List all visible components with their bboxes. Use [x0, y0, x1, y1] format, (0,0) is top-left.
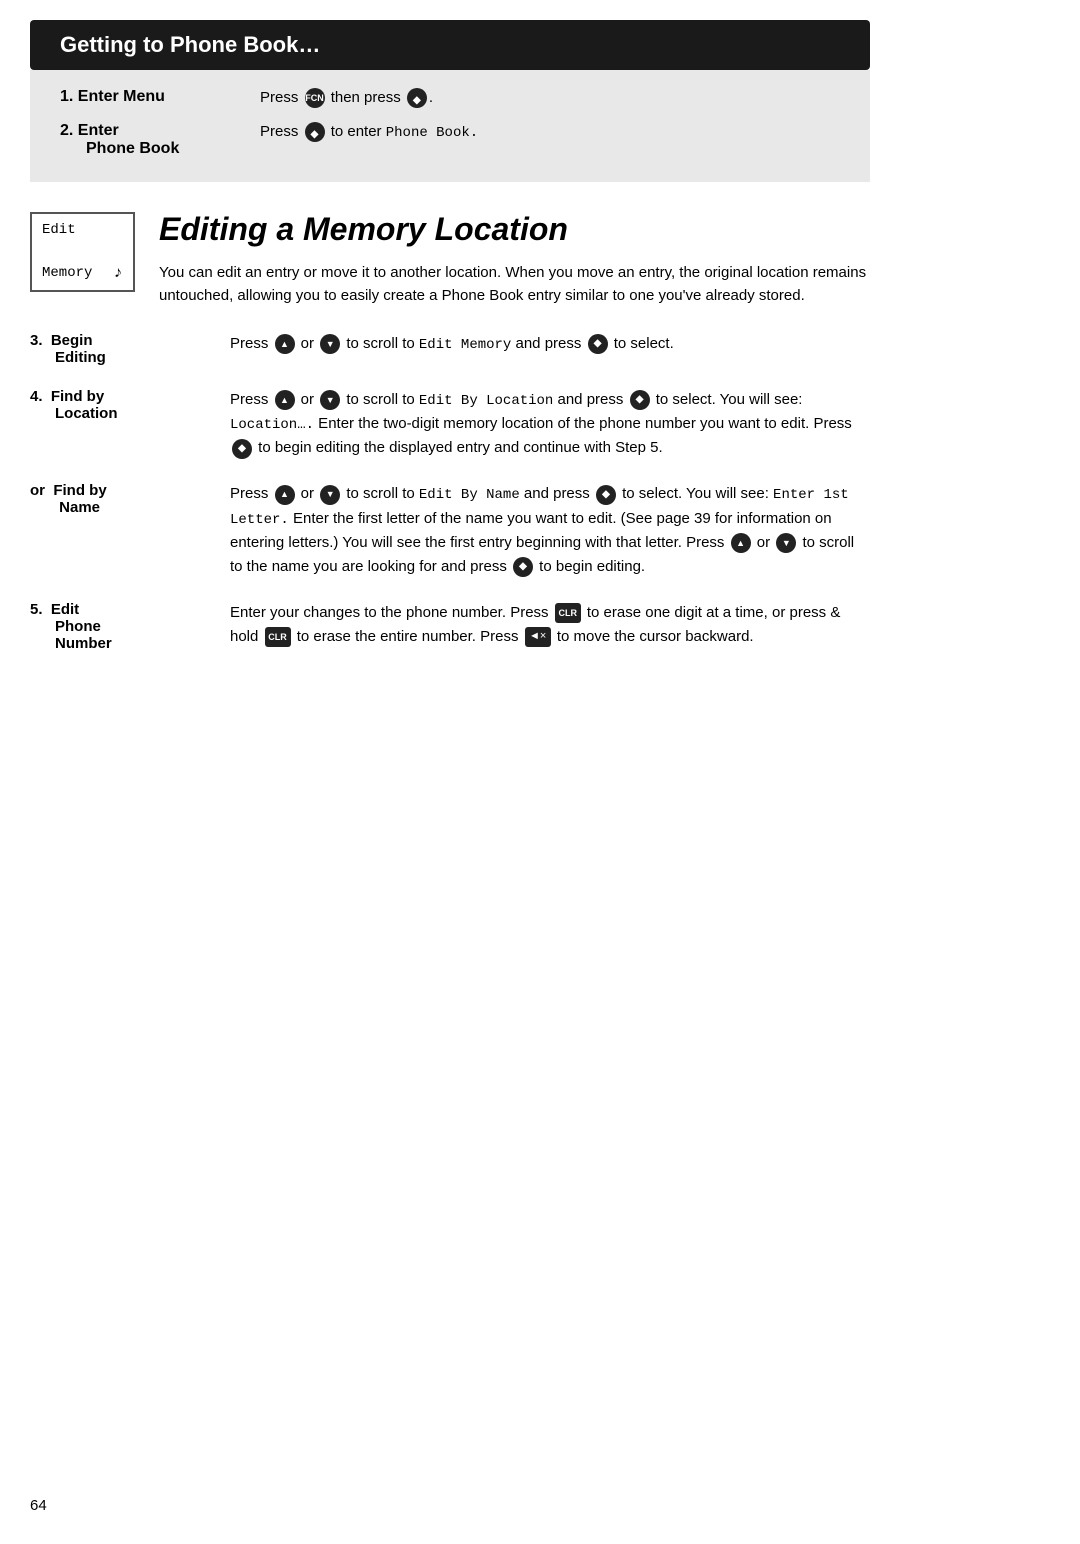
- step-5-label: 5. Edit Phone Number: [30, 601, 230, 652]
- nav-sel-icon-1: [407, 88, 427, 108]
- bk-icon: ◄×: [525, 627, 551, 647]
- dn-inner: ▼: [326, 337, 335, 351]
- getting-header-banner: Getting to Phone Book…: [30, 20, 870, 70]
- step-1-desc: Press FCN then press .: [260, 88, 840, 108]
- intro-paragraph: You can edit an entry or move it to anot…: [159, 261, 870, 308]
- edit-memory-box: Edit Memory ♪: [30, 212, 135, 292]
- step-or-block: or Find by Name Press ▲ or ▼ to scroll t…: [30, 482, 870, 579]
- sel-icon-4b: ◆: [232, 439, 252, 459]
- dn-icon-or: ▼: [320, 485, 340, 505]
- box-edit-text: Edit: [42, 222, 76, 238]
- dn-inner-or: ▼: [326, 487, 335, 501]
- box-icon: ♪: [113, 264, 123, 282]
- step-2-desc: Press to enter Phone Book.: [260, 122, 840, 142]
- step-1-row: 1. Enter Menu Press FCN then press .: [60, 88, 840, 108]
- up-inner-4a: ▲: [280, 393, 289, 407]
- right-content: Editing a Memory Location You can edit a…: [159, 212, 870, 332]
- box-line2: Memory ♪: [42, 264, 123, 282]
- edit-by-loc-mono: Edit By Loca­tion: [419, 393, 553, 409]
- step-3-block: 3. Begin Editing Press ▲ or ▼ to scroll …: [30, 332, 870, 366]
- step-or-label: or Find by Name: [30, 482, 230, 516]
- step-1-label: 1. Enter Menu: [60, 88, 260, 106]
- banner-title: Getting to Phone Book…: [60, 32, 320, 57]
- clr-icon-1: CLR: [555, 603, 581, 623]
- location-mono: Location….: [230, 417, 314, 433]
- getting-section: 1. Enter Menu Press FCN then press . 2. …: [30, 70, 870, 182]
- sel-inner-4b: ◆: [238, 441, 246, 457]
- step-3-label: 3. Begin Editing: [30, 332, 230, 366]
- edit-by-name-mono: Edit By Name: [419, 487, 520, 503]
- step-3-content: Press ▲ or ▼ to scroll to Edit Memory an…: [230, 332, 870, 356]
- sel-inner-or2: ◆: [519, 559, 527, 575]
- sel-icon-3: ◆: [588, 334, 608, 354]
- sel-inner-4a: ◆: [636, 392, 644, 408]
- up-icon-or: ▲: [275, 485, 295, 505]
- step-5-block: 5. Edit Phone Number Enter your changes …: [30, 601, 870, 652]
- sel-inner-3: ◆: [594, 336, 602, 352]
- nav-sel-inner-2: [311, 125, 319, 140]
- up-icon-or2: ▲: [731, 533, 751, 553]
- edit-memory-mono: Edit Memory: [419, 337, 511, 353]
- sel-icon-or1: ◆: [596, 485, 616, 505]
- dn-icon-4a: ▼: [320, 390, 340, 410]
- up-icon-4a: ▲: [275, 390, 295, 410]
- page-number: 64: [30, 1497, 47, 1514]
- dn-icon-or2: ▼: [776, 533, 796, 553]
- up-inner-or: ▲: [280, 487, 289, 501]
- step-4-label: 4. Find by Location: [30, 388, 230, 422]
- step-4-content: Press ▲ or ▼ to scroll to Edit By Loca­t…: [230, 388, 870, 461]
- box-memory-text: Memory: [42, 265, 92, 281]
- steps-container: 3. Begin Editing Press ▲ or ▼ to scroll …: [30, 332, 870, 705]
- sel-icon-4a: ◆: [630, 390, 650, 410]
- step-2-row: 2. EnterPhone Book Press to enter Phone …: [60, 122, 840, 158]
- nav-sel-inner: [413, 91, 421, 106]
- nav-sel-icon-2: [305, 122, 325, 142]
- up-inner-or2: ▲: [736, 536, 745, 550]
- up-icon-3a: ▲: [275, 334, 295, 354]
- fcn-icon: FCN: [305, 88, 325, 108]
- sel-inner-or1: ◆: [602, 487, 610, 503]
- dn-inner-4a: ▼: [326, 393, 335, 407]
- dn-icon-3a: ▼: [320, 334, 340, 354]
- box-line1: Edit: [42, 222, 123, 238]
- step-2-label: 2. EnterPhone Book: [60, 122, 260, 158]
- clr-icon-2: CLR: [265, 627, 291, 647]
- section-title: Editing a Memory Location: [159, 212, 870, 247]
- step-4-block: 4. Find by Location Press ▲ or ▼ to scro…: [30, 388, 870, 461]
- step-5-content: Enter your changes to the phone number. …: [230, 601, 870, 649]
- step-or-content: Press ▲ or ▼ to scroll to Edit By Name a…: [230, 482, 870, 579]
- main-content: Edit Memory ♪ Editing a Memory Location …: [30, 212, 870, 332]
- up-inner: ▲: [280, 337, 289, 351]
- sel-icon-or2: ◆: [513, 557, 533, 577]
- dn-inner-or2: ▼: [782, 536, 791, 550]
